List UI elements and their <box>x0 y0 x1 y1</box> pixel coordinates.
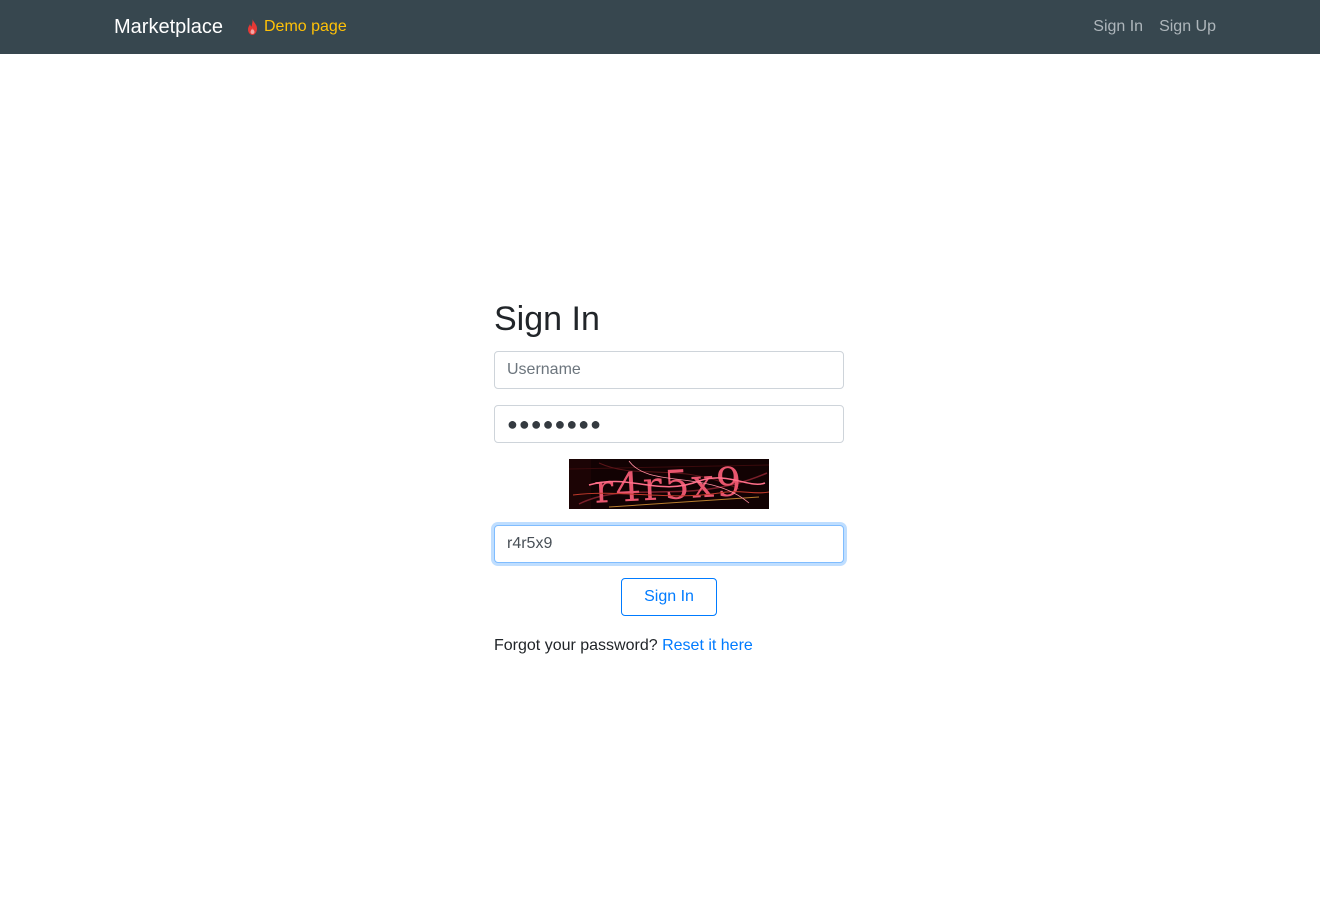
demo-page-link[interactable]: Demo page <box>246 17 347 37</box>
captcha-text: r4r5x9 <box>593 459 744 509</box>
demo-page-label: Demo page <box>264 18 347 35</box>
nav-right: Sign In Sign Up <box>1093 17 1216 37</box>
submit-container: Sign In <box>494 578 844 616</box>
captcha-input[interactable]: r4r5x9 <box>494 525 844 563</box>
nav-sign-up-link[interactable]: Sign Up <box>1159 17 1216 37</box>
brand-link[interactable]: Marketplace <box>114 15 223 39</box>
navbar: Marketplace Demo page Sign In Sign Up <box>0 0 1320 54</box>
signin-form: Sign In ●●●●●●●● r4r5x9 r4r5x9 Sign In F… <box>494 298 844 656</box>
captcha-container: r4r5x9 <box>494 459 844 509</box>
reset-password-link[interactable]: Reset it here <box>662 637 753 654</box>
password-input[interactable]: ●●●●●●●● <box>494 405 844 443</box>
forgot-password-label: Forgot your password? <box>494 637 658 654</box>
sign-in-button[interactable]: Sign In <box>621 578 717 616</box>
page-title: Sign In <box>494 300 600 338</box>
username-input[interactable] <box>494 351 844 389</box>
flame-icon <box>248 19 257 35</box>
nav-sign-in-link[interactable]: Sign In <box>1093 17 1143 37</box>
captcha-image: r4r5x9 <box>569 459 769 509</box>
forgot-password-text: Forgot your password? Reset it here <box>494 636 844 656</box>
